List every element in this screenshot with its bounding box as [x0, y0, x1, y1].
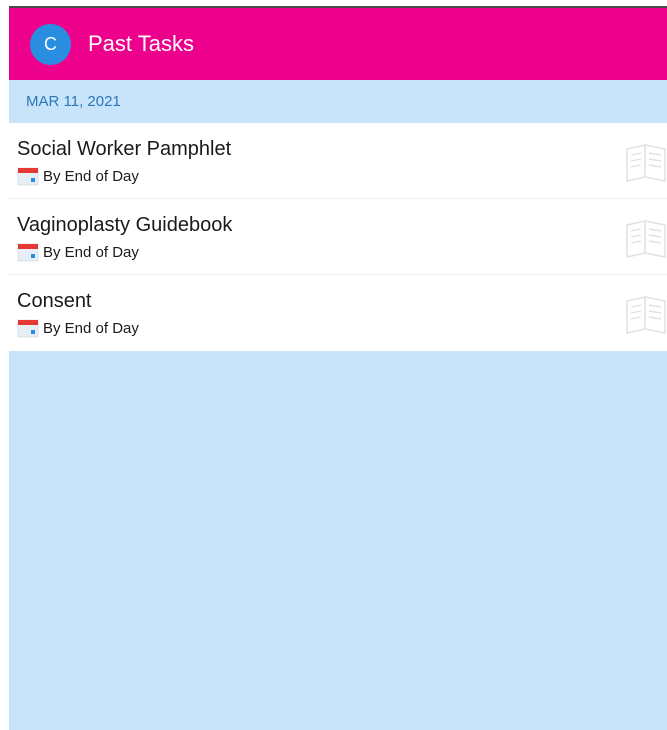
- open-book-icon: [626, 296, 666, 334]
- task-due: By End of Day: [17, 166, 139, 186]
- task-content: MAR 11, 2021 Social Worker Pamphlet By E…: [9, 80, 667, 730]
- list-item[interactable]: Social Worker Pamphlet By End of Day: [9, 123, 667, 199]
- due-label: By End of Day: [43, 167, 139, 185]
- app-bar: C Past Tasks: [9, 8, 667, 80]
- task-title: Social Worker Pamphlet: [17, 138, 232, 160]
- task-due: By End of Day: [17, 318, 139, 338]
- list-item[interactable]: Consent By End of Day: [9, 275, 667, 351]
- avatar[interactable]: C: [30, 24, 71, 65]
- section-date: MAR 11, 2021: [26, 93, 121, 110]
- task-due: By End of Day: [17, 242, 139, 262]
- calendar-icon: [17, 167, 39, 186]
- app-screen: C Past Tasks MAR 11, 2021 Social Worker …: [0, 0, 667, 730]
- task-title: Vaginoplasty Guidebook: [17, 214, 233, 236]
- due-label: By End of Day: [43, 243, 139, 261]
- open-book-icon: [626, 144, 666, 182]
- page-title: Past Tasks: [88, 31, 194, 56]
- date-section-header: MAR 11, 2021: [9, 80, 667, 123]
- calendar-icon: [17, 243, 39, 262]
- calendar-icon: [17, 319, 39, 338]
- due-label: By End of Day: [43, 319, 139, 337]
- task-list: Social Worker Pamphlet By End of Day Vag…: [9, 123, 667, 351]
- list-item[interactable]: Vaginoplasty Guidebook By End of Day: [9, 199, 667, 275]
- task-title: Consent: [17, 290, 92, 312]
- open-book-icon: [626, 220, 666, 258]
